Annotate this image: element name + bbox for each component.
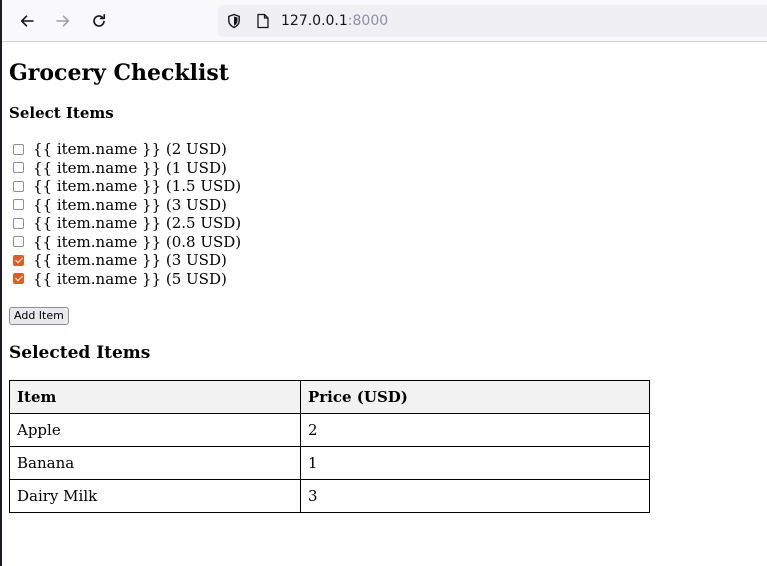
back-button[interactable] bbox=[14, 8, 40, 34]
item-label: {{ item.name }} (3 USD) bbox=[33, 251, 227, 270]
item-price-cell: 3 bbox=[300, 479, 650, 513]
list-item: {{ item.name }} (1 USD) bbox=[9, 159, 241, 178]
item-checkbox[interactable] bbox=[13, 162, 24, 174]
table-row: Apple 2 bbox=[9, 413, 650, 447]
table-row: Dairy Milk 3 bbox=[9, 479, 650, 513]
shield-icon[interactable] bbox=[226, 13, 242, 29]
list-item: {{ item.name }} (2.5 USD) bbox=[9, 214, 241, 233]
column-header-item: Item bbox=[9, 380, 301, 414]
list-item: {{ item.name }} (2 USD) bbox=[9, 140, 241, 159]
item-name-cell: Dairy Milk bbox=[9, 479, 301, 513]
item-name-cell: Apple bbox=[9, 413, 301, 447]
page-icon bbox=[257, 13, 269, 29]
item-checkbox[interactable] bbox=[13, 254, 24, 266]
url-port: :8000 bbox=[347, 13, 389, 29]
item-price-cell: 2 bbox=[300, 413, 650, 447]
item-checkbox[interactable] bbox=[13, 199, 24, 211]
item-checkbox[interactable] bbox=[13, 180, 24, 192]
item-checklist: {{ item.name }} (2 USD) {{ item.name }} … bbox=[9, 140, 241, 288]
item-checkbox[interactable] bbox=[13, 273, 24, 285]
selected-items-table: Item Price (USD) Apple 2 Banana 1 Dairy … bbox=[9, 380, 650, 513]
list-item: {{ item.name }} (0.8 USD) bbox=[9, 233, 241, 252]
item-checkbox[interactable] bbox=[13, 217, 24, 229]
column-header-price: Price (USD) bbox=[300, 380, 650, 414]
item-checkbox[interactable] bbox=[13, 143, 24, 155]
item-price-cell: 1 bbox=[300, 446, 650, 480]
url-host: 127.0.0.1 bbox=[281, 13, 348, 29]
selected-items-heading: Selected Items bbox=[9, 343, 151, 363]
list-item: {{ item.name }} (3 USD) bbox=[9, 196, 241, 215]
url-text: 127.0.0.1:8000 bbox=[281, 12, 388, 30]
reload-icon bbox=[93, 14, 105, 27]
item-label: {{ item.name }} (5 USD) bbox=[33, 269, 227, 288]
table-row: Banana 1 bbox=[9, 446, 650, 480]
item-label: {{ item.name }} (3 USD) bbox=[33, 195, 227, 214]
list-item: {{ item.name }} (1.5 USD) bbox=[9, 177, 241, 196]
item-label: {{ item.name }} (1.5 USD) bbox=[33, 177, 242, 196]
arrow-right-icon bbox=[56, 15, 70, 27]
arrow-left-icon bbox=[20, 15, 34, 27]
item-checkbox[interactable] bbox=[13, 236, 24, 248]
list-item: {{ item.name }} (3 USD) bbox=[9, 251, 241, 270]
reload-button[interactable] bbox=[86, 8, 112, 34]
page-title: Grocery Checklist bbox=[9, 60, 229, 86]
browser-toolbar: 127.0.0.1:8000 bbox=[2, 0, 767, 42]
list-item: {{ item.name }} (5 USD) bbox=[9, 270, 241, 289]
table-header-row: Item Price (USD) bbox=[9, 380, 650, 414]
address-bar[interactable]: 127.0.0.1:8000 bbox=[218, 5, 767, 37]
add-item-button[interactable]: Add Item bbox=[9, 307, 69, 325]
item-label: {{ item.name }} (0.8 USD) bbox=[33, 232, 242, 251]
select-items-heading: Select Items bbox=[9, 104, 114, 122]
item-label: {{ item.name }} (2 USD) bbox=[33, 140, 227, 159]
item-name-cell: Banana bbox=[9, 446, 301, 480]
item-label: {{ item.name }} (2.5 USD) bbox=[33, 214, 242, 233]
forward-button[interactable] bbox=[50, 8, 76, 34]
item-label: {{ item.name }} (1 USD) bbox=[33, 158, 227, 177]
